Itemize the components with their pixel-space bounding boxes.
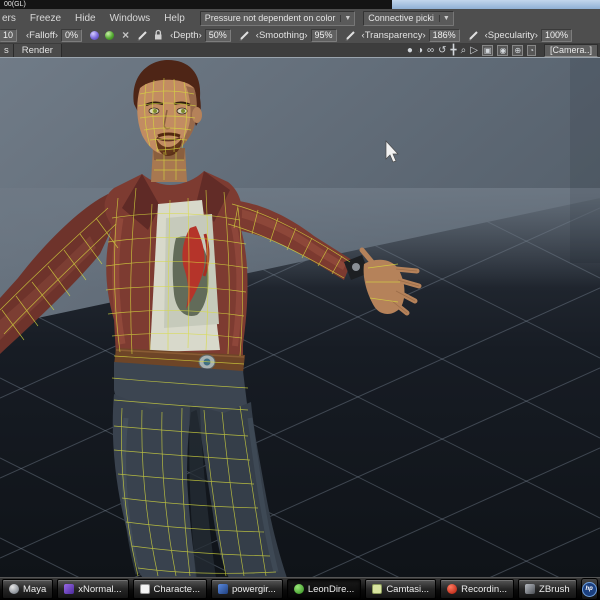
taskbar-item-label: ZBrush	[539, 584, 570, 595]
pressure-mode-dropdown[interactable]: Pressure not dependent on color ▼	[200, 11, 356, 26]
move-icon[interactable]: ⊕	[512, 45, 523, 56]
windows-taskbar: Maya xNormal... Characte... powergir... …	[0, 577, 600, 600]
tab-clipped[interactable]: s	[0, 44, 14, 57]
viewport-3d[interactable]	[0, 57, 600, 577]
circle-view-icon[interactable]: ◉	[497, 45, 508, 56]
taskbar-item-zbrush[interactable]: ZBrush	[518, 579, 577, 599]
menu-item-hide[interactable]: Hide	[68, 13, 103, 24]
menu-item-clipped[interactable]: ers	[0, 13, 23, 24]
purple-sphere-icon[interactable]	[90, 31, 99, 40]
pencil-icon[interactable]	[344, 29, 356, 41]
document-icon	[140, 584, 150, 594]
taskbar-item-xnormal[interactable]: xNormal...	[57, 579, 128, 599]
rotate-icon[interactable]: ↺	[438, 45, 446, 56]
falloff-value-field[interactable]: 0%	[61, 29, 82, 42]
menu-item-windows[interactable]: Windows	[103, 13, 158, 24]
edge-value-field[interactable]: 10	[0, 29, 17, 42]
menu-bar: ers Freeze Hide Windows Help Pressure no…	[0, 9, 600, 27]
tshirt	[150, 200, 220, 352]
wheel-icon[interactable]: ◔	[527, 45, 536, 56]
taskbar-item-label: powergir...	[232, 584, 276, 595]
taskbar-item-maya[interactable]: Maya	[2, 579, 53, 599]
pencil-icon[interactable]	[136, 29, 148, 41]
pressure-mode-label: Pressure not dependent on color	[205, 13, 336, 23]
taskbar-item-powergirl[interactable]: powergir...	[211, 579, 283, 599]
camtasia-icon	[372, 584, 382, 594]
photoshop-file-icon	[218, 584, 228, 594]
contrast-icon[interactable]: ◑	[417, 45, 423, 56]
specularity-label: ‹Specularity›	[485, 30, 538, 41]
shaded-view-icon[interactable]: ▣	[482, 45, 494, 56]
hp-launcher-button[interactable]: hp	[581, 578, 598, 600]
depth-label: ‹Depth›	[170, 30, 202, 41]
chevron-down-icon[interactable]: ▼	[439, 15, 453, 22]
green-sphere-icon[interactable]	[105, 31, 114, 40]
tab-row: s Render ● ◑ ∞ ↺ ╋ ⌕ ▷ ▣ ◉ ⊕ ◔ [Camera..…	[0, 44, 600, 57]
smoothing-label: ‹Smoothing›	[256, 30, 308, 41]
play-icon[interactable]: ▷	[470, 45, 478, 56]
xnormal-icon	[64, 584, 74, 594]
taskbar-item-label: xNormal...	[78, 584, 121, 595]
smoothing-value-field[interactable]: 95%	[311, 29, 337, 42]
background-window-titlebar	[392, 0, 600, 9]
zoom-icon[interactable]: ⌕	[461, 45, 467, 56]
record-icon	[447, 584, 457, 594]
taskbar-item-leondire[interactable]: LeonDire...	[287, 579, 361, 599]
glasses-icon[interactable]: ∞	[427, 45, 434, 56]
viewport-controls: ● ◑ ∞ ↺ ╋ ⌕ ▷ ▣ ◉ ⊕ ◔ [Camera..]	[407, 44, 598, 57]
transparency-value-field[interactable]: 186%	[429, 29, 460, 42]
title-bar: 00(GL)	[0, 0, 600, 9]
connective-pick-dropdown[interactable]: Connective picki ▼	[363, 11, 453, 26]
dot-icon[interactable]: ●	[407, 45, 413, 56]
transparency-label: ‹Transparency›	[362, 30, 426, 41]
taskbar-item-label: LeonDire...	[308, 584, 354, 595]
taskbar-item-character[interactable]: Characte...	[133, 579, 207, 599]
zbrush-icon	[525, 584, 535, 594]
close-icon[interactable]: ×	[122, 29, 129, 41]
camera-button[interactable]: [Camera..]	[544, 44, 598, 57]
window-title: 00(GL)	[0, 0, 392, 9]
menu-item-help[interactable]: Help	[157, 13, 192, 24]
ear	[192, 107, 202, 123]
right-edge-shade	[570, 58, 600, 263]
pencil-icon[interactable]	[238, 29, 250, 41]
taskbar-item-label: Characte...	[154, 584, 200, 595]
taskbar-item-camtasia[interactable]: Camtasi...	[365, 579, 436, 599]
connective-pick-label: Connective picki	[368, 13, 434, 23]
taskbar-item-label: Camtasi...	[386, 584, 429, 595]
taskbar-item-label: Recordin...	[461, 584, 507, 595]
tab-render[interactable]: Render	[14, 44, 62, 57]
chevron-down-icon[interactable]: ▼	[340, 15, 354, 22]
green-app-icon	[294, 584, 304, 594]
falloff-label: ‹Falloff›	[26, 30, 58, 41]
brush-toolbar: 10 ‹Falloff› 0% × ‹Depth› 50% ‹Smoothing…	[0, 27, 600, 44]
specularity-value-field[interactable]: 100%	[541, 29, 572, 42]
taskbar-item-recording[interactable]: Recordin...	[440, 579, 514, 599]
taskbar-item-label: Maya	[23, 584, 46, 595]
menu-item-freeze[interactable]: Freeze	[23, 13, 68, 24]
pan-icon[interactable]: ╋	[451, 45, 457, 56]
pencil-icon[interactable]	[467, 29, 479, 41]
hp-logo-icon: hp	[582, 582, 597, 597]
depth-value-field[interactable]: 50%	[205, 29, 231, 42]
lock-icon[interactable]	[152, 29, 164, 41]
viewport-scene	[0, 58, 600, 577]
maya-icon	[9, 584, 19, 594]
